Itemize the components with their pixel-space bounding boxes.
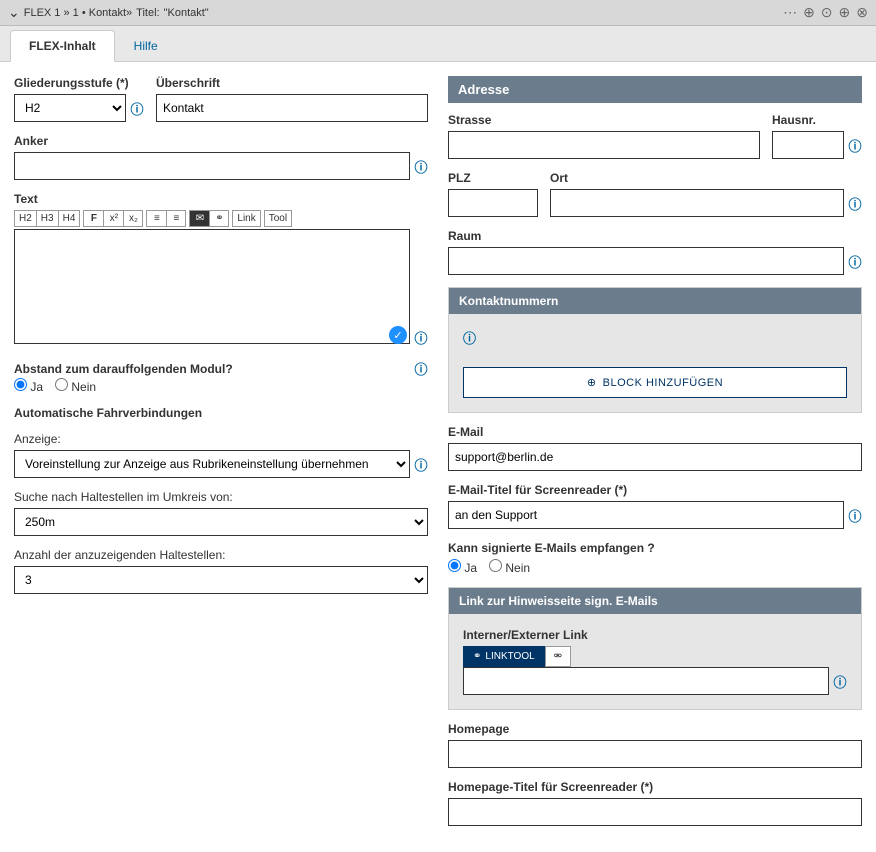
- h3-button[interactable]: H3: [36, 210, 58, 227]
- sub-button[interactable]: x₂: [123, 210, 143, 227]
- chevron-down-icon[interactable]: ⌄: [8, 4, 20, 21]
- tab-bar: FLEX-Inhalt Hilfe: [0, 26, 876, 62]
- abstand-label: Abstand zum darauffolgenden Modul?: [14, 362, 410, 376]
- h4-button[interactable]: H4: [58, 210, 81, 227]
- info-icon[interactable]: ⓘ: [414, 157, 428, 176]
- up-icon[interactable]: ⊕: [839, 4, 851, 21]
- info-icon[interactable]: ⓘ: [848, 194, 862, 213]
- link-icon: ⚭: [473, 651, 481, 662]
- plz-input[interactable]: [448, 189, 538, 217]
- add-block-button[interactable]: ⊕ BLOCK HINZUFÜGEN: [463, 367, 847, 398]
- more-icon[interactable]: ⋯: [783, 4, 797, 21]
- info-icon[interactable]: ⓘ: [463, 331, 476, 346]
- raum-input[interactable]: [448, 247, 844, 275]
- link-button[interactable]: Link: [232, 210, 260, 227]
- text-textarea[interactable]: [14, 229, 410, 344]
- info-icon[interactable]: ⓘ: [414, 359, 428, 378]
- adresse-header: Adresse: [448, 76, 862, 103]
- strasse-input[interactable]: [448, 131, 760, 159]
- window-controls: ⋯ ⊕ ⊙ ⊕ ⊗: [783, 4, 868, 21]
- info-icon[interactable]: ⓘ: [414, 455, 428, 474]
- ul-button[interactable]: ≡: [146, 210, 166, 227]
- info-icon[interactable]: ⓘ: [130, 99, 144, 118]
- richtext-toolbar: H2 H3 H4 F x² x₂ ≡ ≡ ✉ ⚭ Link T: [14, 210, 428, 227]
- info-icon[interactable]: ⓘ: [848, 136, 862, 155]
- link-icon[interactable]: ⚭: [209, 210, 229, 227]
- plz-label: PLZ: [448, 171, 538, 185]
- email-titel-input[interactable]: [448, 501, 844, 529]
- tab-flex-inhalt[interactable]: FLEX-Inhalt: [10, 30, 115, 62]
- signierte-nein-radio[interactable]: Nein: [489, 559, 530, 575]
- info-icon[interactable]: ⓘ: [833, 672, 847, 691]
- link-input[interactable]: [463, 667, 829, 695]
- gliederung-select[interactable]: H2: [14, 94, 126, 122]
- email-titel-label: E-Mail-Titel für Screenreader (*): [448, 483, 862, 497]
- info-icon[interactable]: ⓘ: [414, 328, 428, 347]
- breadcrumb-title-value: "Kontakt": [164, 7, 209, 19]
- link-hinweis-header: Link zur Hinweisseite sign. E-Mails: [449, 588, 861, 614]
- interner-link-label: Interner/Externer Link: [463, 628, 847, 642]
- email-input[interactable]: [448, 443, 862, 471]
- tab-hilfe[interactable]: Hilfe: [115, 30, 177, 61]
- homepage-titel-label: Homepage-Titel für Screenreader (*): [448, 780, 862, 794]
- unlink-button[interactable]: ⚮: [545, 646, 571, 667]
- kontaktnummern-header: Kontaktnummern: [449, 288, 861, 314]
- add-icon[interactable]: ⊕: [803, 4, 815, 21]
- window-header: ⌄ FLEX 1 » 1 • Kontakt» Titel: "Kontakt"…: [0, 0, 876, 26]
- sup-button[interactable]: x²: [103, 210, 123, 227]
- breadcrumb-prefix: FLEX 1 » 1 • Kontakt»: [24, 7, 132, 19]
- breadcrumb: ⌄ FLEX 1 » 1 • Kontakt» Titel: "Kontakt": [8, 4, 209, 21]
- anzahl-label: Anzahl der anzuzeigenden Haltestellen:: [14, 548, 225, 562]
- text-label: Text: [14, 192, 428, 206]
- anker-input[interactable]: [14, 152, 410, 180]
- abstand-ja-radio[interactable]: Ja: [14, 378, 43, 394]
- bold-button[interactable]: F: [83, 210, 103, 227]
- anzahl-select[interactable]: 3: [14, 566, 428, 594]
- homepage-input[interactable]: [448, 740, 862, 768]
- ueberschrift-label: Überschrift: [156, 76, 428, 90]
- add-icon: ⊕: [587, 376, 597, 389]
- hausnr-input[interactable]: [772, 131, 844, 159]
- email-label: E-Mail: [448, 425, 862, 439]
- anzeige-select[interactable]: Voreinstellung zur Anzeige aus Rubrikene…: [14, 450, 410, 478]
- hausnr-label: Hausnr.: [772, 113, 862, 127]
- signierte-label: Kann signierte E-Mails empfangen ?: [448, 541, 862, 555]
- info-icon[interactable]: ⓘ: [848, 506, 862, 525]
- gliederung-label: Gliederungsstufe (*): [14, 76, 144, 90]
- anzeige-label: Anzeige:: [14, 432, 61, 446]
- ort-input[interactable]: [550, 189, 844, 217]
- homepage-label: Homepage: [448, 722, 862, 736]
- info-icon[interactable]: ⓘ: [848, 252, 862, 271]
- raum-label: Raum: [448, 229, 862, 243]
- strasse-label: Strasse: [448, 113, 760, 127]
- ueberschrift-input[interactable]: [156, 94, 428, 122]
- linktool-button[interactable]: ⚭ LINKTOOL: [463, 646, 545, 667]
- breadcrumb-title-label: Titel:: [136, 7, 159, 19]
- h2-button[interactable]: H2: [14, 210, 36, 227]
- ort-label: Ort: [550, 171, 862, 185]
- ol-button[interactable]: ≡: [166, 210, 186, 227]
- fahrverbindungen-label: Automatische Fahrverbindungen: [14, 406, 428, 420]
- check-icon: ✓: [389, 326, 407, 344]
- anker-label: Anker: [14, 134, 428, 148]
- signierte-ja-radio[interactable]: Ja: [448, 559, 477, 575]
- suche-select[interactable]: 250m: [14, 508, 428, 536]
- down-icon[interactable]: ⊙: [821, 4, 833, 21]
- abstand-nein-radio[interactable]: Nein: [55, 378, 96, 394]
- suche-label: Suche nach Haltestellen im Umkreis von:: [14, 490, 233, 504]
- mail-icon[interactable]: ✉: [189, 210, 209, 227]
- close-icon[interactable]: ⊗: [856, 4, 868, 21]
- homepage-titel-input[interactable]: [448, 798, 862, 826]
- tool-button[interactable]: Tool: [264, 210, 292, 227]
